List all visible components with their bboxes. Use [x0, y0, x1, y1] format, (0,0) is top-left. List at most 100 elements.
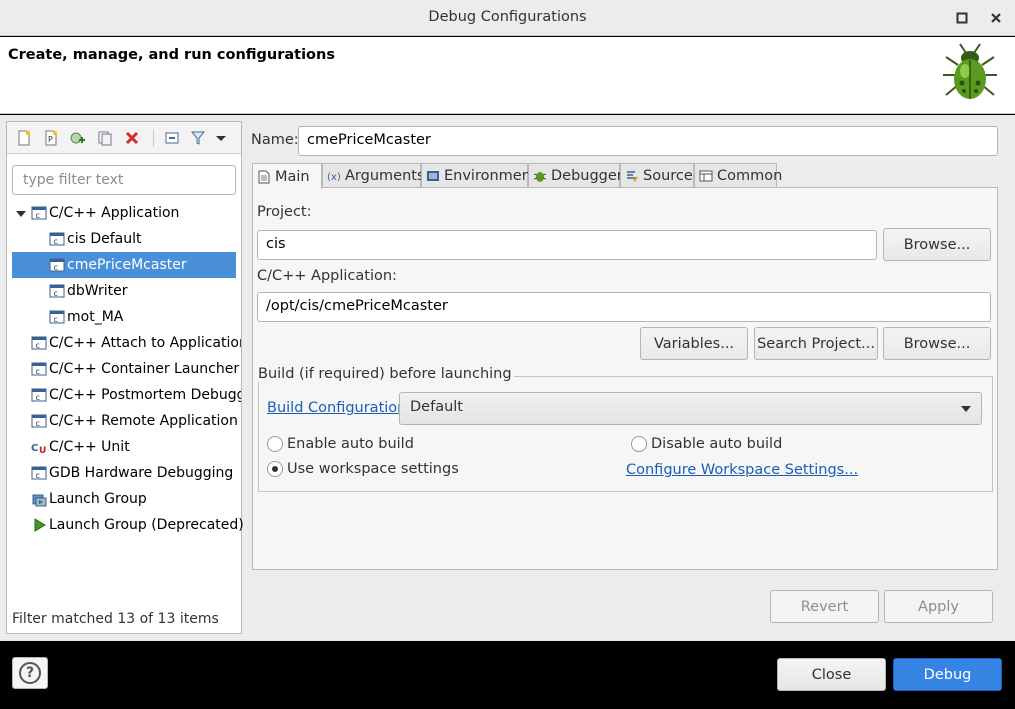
name-field[interactable]: cmePriceMcaster	[298, 126, 998, 156]
variables-button[interactable]: Variables...	[640, 327, 748, 360]
svg-text:C: C	[31, 443, 38, 454]
tree-item-dbwriter[interactable]: c dbWriter	[49, 278, 241, 304]
build-configuration-select[interactable]: Default	[399, 392, 982, 425]
bug-icon	[943, 43, 997, 99]
svg-text:c: c	[54, 263, 58, 272]
tree-item-launch-group[interactable]: Launch Group	[31, 486, 241, 512]
tree-item-cis-default[interactable]: c cis Default	[49, 226, 241, 252]
svg-text:c: c	[36, 419, 40, 428]
c-app-icon: c	[31, 336, 47, 350]
window-title: Debug Configurations	[428, 9, 587, 25]
tab-environment[interactable]: Environment	[421, 163, 537, 188]
maximize-icon[interactable]	[954, 10, 970, 26]
build-configuration-link[interactable]: Build Configuration:	[267, 400, 411, 416]
enable-auto-build-radio[interactable]: Enable auto build	[267, 436, 414, 452]
title-bar: Debug Configurations	[0, 0, 1015, 36]
c-app-icon: c	[49, 284, 65, 298]
revert-button[interactable]: Revert	[770, 590, 879, 623]
export-config-icon[interactable]	[69, 129, 87, 147]
project-field[interactable]: cis	[257, 230, 877, 260]
tree-item-label: Launch Group (Deprecated)	[49, 517, 244, 533]
collapse-all-icon[interactable]	[163, 129, 181, 147]
svg-text:c: c	[36, 393, 40, 402]
launch-group-icon	[32, 494, 47, 507]
c-app-icon: c	[31, 206, 47, 220]
delete-config-icon[interactable]	[123, 129, 141, 147]
tab-debugger[interactable]: Debugger	[528, 163, 623, 188]
view-menu-chevron-down-icon[interactable]	[212, 129, 230, 147]
main-tab-panel: Project: cis Browse... C/C++ Application…	[252, 187, 998, 570]
tree-item-label: C/C++ Postmortem Debugger	[49, 387, 241, 403]
svg-text:c: c	[54, 237, 58, 246]
tab-main[interactable]: Main	[252, 163, 322, 189]
new-prototype-icon[interactable]: P	[42, 129, 60, 147]
disable-auto-build-radio[interactable]: Disable auto build	[631, 436, 782, 452]
search-project-button[interactable]: Search Project...	[754, 327, 878, 360]
application-field[interactable]: /opt/cis/cmePriceMcaster	[257, 292, 991, 322]
c-app-icon: c	[31, 362, 47, 376]
config-editor: Name: cmePriceMcaster Main (x) Arguments…	[250, 121, 1000, 634]
c-app-icon: c	[31, 414, 47, 428]
config-toolbar: P	[7, 122, 241, 154]
apply-button[interactable]: Apply	[884, 590, 993, 623]
tree-item-c-remote[interactable]: c C/C++ Remote Application	[31, 408, 241, 434]
filter-icon[interactable]	[189, 129, 207, 147]
svg-text:U: U	[39, 446, 46, 455]
common-icon	[699, 170, 713, 182]
c-app-icon: c	[49, 258, 65, 272]
tree-item-mot-ma[interactable]: c mot_MA	[49, 304, 241, 330]
c-app-icon: c	[49, 310, 65, 324]
help-icon: ?	[19, 662, 41, 684]
chevron-down-icon	[961, 406, 971, 412]
tree-item-c-postmortem[interactable]: c C/C++ Postmortem Debugger	[31, 382, 241, 408]
use-workspace-settings-radio[interactable]: Use workspace settings	[267, 461, 459, 477]
tree-item-c-unit[interactable]: CU C/C++ Unit	[31, 434, 241, 460]
configure-workspace-settings-link[interactable]: Configure Workspace Settings...	[626, 462, 858, 478]
project-label: Project:	[257, 204, 312, 220]
tab-common[interactable]: Common	[694, 163, 782, 188]
launch-config-panel: P type filter text c C/C++ Application c…	[6, 121, 244, 634]
duplicate-config-icon[interactable]	[96, 129, 114, 147]
debugger-icon	[533, 172, 547, 182]
tab-arguments[interactable]: (x) Arguments	[322, 163, 425, 188]
tree-item-cmepricemcaster[interactable]: c cmePriceMcaster	[12, 252, 236, 278]
tree-item-label: C/C++ Container Launcher	[49, 361, 240, 377]
svg-text:c: c	[54, 315, 58, 324]
new-config-icon[interactable]	[15, 129, 33, 147]
tab-source[interactable]: Source	[620, 163, 694, 188]
expand-arrow-icon[interactable]	[15, 208, 27, 220]
tree-item-label: C/C++ Remote Application	[49, 413, 238, 429]
c-unit-icon: CU	[31, 443, 46, 455]
tree-item-c-application[interactable]: c C/C++ Application	[31, 200, 241, 226]
header-heading: Create, manage, and run configurations	[8, 47, 335, 63]
tree-item-label: C/C++ Attach to Application	[49, 335, 241, 351]
close-button[interactable]: Close	[777, 658, 886, 691]
dialog-content: P type filter text c C/C++ Application c…	[0, 115, 1015, 641]
debug-button[interactable]: Debug	[893, 658, 1002, 691]
svg-text:c: c	[36, 471, 40, 480]
help-button[interactable]: ?	[12, 657, 48, 689]
name-label: Name:	[251, 132, 299, 148]
browse-application-button[interactable]: Browse...	[883, 327, 991, 360]
tree-item-launch-group-deprecated[interactable]: Launch Group (Deprecated)	[31, 512, 244, 538]
svg-text:(x): (x)	[327, 172, 341, 183]
filter-input[interactable]	[12, 165, 236, 195]
application-label: C/C++ Application:	[257, 268, 397, 284]
close-icon[interactable]	[988, 10, 1004, 26]
tree-item-c-attach[interactable]: c C/C++ Attach to Application	[31, 330, 241, 356]
tree-item-label: cis Default	[67, 231, 142, 247]
svg-text:c: c	[54, 289, 58, 298]
dialog-header: Create, manage, and run configurations	[0, 37, 1015, 114]
config-tabs: Main (x) Arguments Environment Debugger …	[252, 163, 998, 189]
arguments-icon: (x)	[327, 172, 341, 183]
source-icon	[627, 171, 638, 182]
browse-project-button[interactable]: Browse...	[883, 228, 991, 261]
tree-item-gdb-hardware[interactable]: c GDB Hardware Debugging	[31, 460, 241, 486]
svg-text:c: c	[36, 341, 40, 350]
c-app-icon: c	[49, 232, 65, 246]
tree-item-label: Launch Group	[49, 491, 147, 507]
run-icon	[34, 518, 46, 532]
tree-item-c-container[interactable]: c C/C++ Container Launcher	[31, 356, 241, 382]
svg-text:P: P	[48, 135, 53, 144]
c-app-icon: c	[31, 466, 47, 480]
